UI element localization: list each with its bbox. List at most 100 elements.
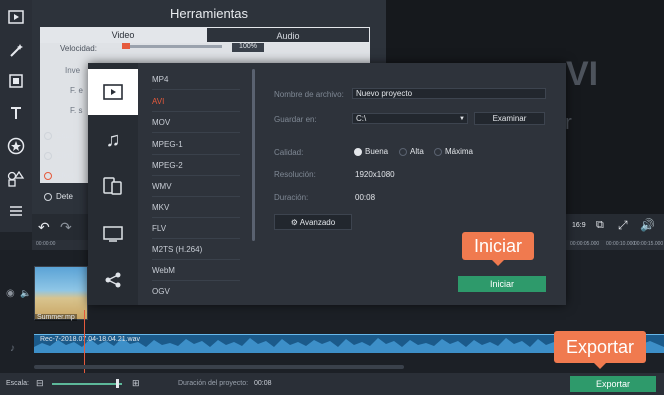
quality-option-label: Alta <box>410 147 424 156</box>
zoom-out-icon[interactable]: ⊟ <box>36 378 44 389</box>
option-equalizer[interactable]: Ecua <box>44 131 74 140</box>
format-wmv[interactable]: WMV <box>152 182 240 197</box>
save-to-label: Guardar en: <box>274 115 317 124</box>
tools-title: Herramientas <box>169 6 249 21</box>
magic-wand-icon[interactable] <box>3 37 29 63</box>
format-ogv[interactable]: OGV <box>152 287 240 301</box>
save-to-field[interactable]: C:\ ▼ <box>352 113 468 124</box>
audio-track-icon: ♪ <box>10 343 15 354</box>
speed-slider-handle[interactable] <box>122 43 130 49</box>
preview-watermark-top: VI <box>566 55 599 93</box>
format-list: MP4 AVI MOV MPEG-1 MPEG-2 WMV MKV FLV M2… <box>138 63 256 305</box>
radio-checked-icon <box>44 171 52 180</box>
speed-slider[interactable] <box>122 45 222 48</box>
video-clip-name: Summer.mp <box>35 314 77 321</box>
scale-slider-handle[interactable] <box>116 379 119 388</box>
format-m2ts[interactable]: M2TS (H.264) <box>152 245 240 260</box>
undo-icon[interactable]: ↶ <box>38 219 50 236</box>
ruler-tick: 00:00:10.000 <box>606 241 636 247</box>
volume-icon[interactable]: 🔊 <box>640 218 655 232</box>
format-webm[interactable]: WebM <box>152 266 240 281</box>
format-mp4[interactable]: MP4 <box>152 75 240 90</box>
option-effects[interactable]: Efect <box>44 171 74 180</box>
start-callout: Iniciar <box>462 232 534 266</box>
filename-label: Nombre de archivo: <box>274 90 344 99</box>
bottom-bar: Escala: ⊟ ⊞ Duración del proyecto: 00:08… <box>0 373 664 395</box>
quality-option-good[interactable]: Buena <box>354 147 388 156</box>
option-detect[interactable]: Dete <box>44 192 73 201</box>
radio-icon <box>434 147 442 156</box>
zoom-in-icon[interactable]: ⊞ <box>132 378 140 389</box>
format-category-sidebar: ♫ <box>88 63 138 305</box>
option-label: Dete <box>56 192 73 201</box>
music-note-icon: ♫ <box>105 128 121 151</box>
advanced-button[interactable]: ⚙ Avanzado <box>274 214 352 230</box>
advanced-button-label: Avanzado <box>299 218 336 227</box>
format-mpeg-1[interactable]: MPEG-1 <box>152 140 240 155</box>
option-label: Ecua <box>56 131 75 140</box>
quality-label: Calidad: <box>274 148 304 157</box>
format-list-scrollbar[interactable] <box>252 69 255 241</box>
video-file-icon <box>103 84 123 100</box>
filters-icon[interactable] <box>3 68 29 94</box>
scale-slider[interactable] <box>52 383 122 385</box>
speed-label: Velocidad: <box>60 44 97 53</box>
project-duration-label: Duración del proyecto: <box>178 380 249 387</box>
radio-icon <box>44 131 52 140</box>
format-flv[interactable]: FLV <box>152 224 240 239</box>
audio-clip-name: Rec-7-2018.07.04-18.04.21.wav <box>40 336 141 343</box>
mute-track-icon[interactable]: 🔈 <box>20 288 31 299</box>
radio-checked-icon <box>354 147 362 156</box>
speed-value[interactable]: 100% <box>232 43 264 52</box>
invert-label: Inve <box>65 66 81 75</box>
format-mov[interactable]: MOV <box>152 118 240 133</box>
export-button[interactable]: Exportar <box>570 376 656 392</box>
scale-label: Escala: <box>6 380 29 387</box>
start-button[interactable]: Iniciar <box>458 276 546 292</box>
tv-icon <box>103 226 123 242</box>
resolution-value: 1920x1080 <box>355 170 395 179</box>
left-toolbar <box>0 0 32 232</box>
save-to-value: C:\ <box>356 114 367 123</box>
aspect-ratio-button[interactable]: 16:9 <box>572 222 586 229</box>
audio-format-category[interactable]: ♫ <box>88 117 138 163</box>
fullscreen-icon[interactable]: ⤢ <box>618 218 628 233</box>
quality-option-label: Máxima <box>445 147 474 156</box>
radio-icon <box>399 147 407 156</box>
more-tools-icon[interactable] <box>3 198 29 224</box>
video-format-category[interactable] <box>88 69 138 115</box>
export-dialog: ♫ MP4 AVI MOV MPEG-1 MPEG-2 WMV MKV FLV … <box>88 63 566 305</box>
ruler-tick: 00:00:00 <box>36 241 56 247</box>
format-avi[interactable]: AVI <box>152 97 240 112</box>
option-label: Elimi <box>56 151 74 160</box>
option-remove-noise[interactable]: Elimi <box>44 151 73 160</box>
import-media-icon[interactable] <box>3 4 29 30</box>
share-format-category[interactable] <box>88 257 138 303</box>
transitions-icon[interactable] <box>3 166 29 192</box>
browse-button[interactable]: Examinar <box>474 112 545 125</box>
share-icon <box>105 272 121 288</box>
tab-video[interactable]: Video <box>40 27 206 43</box>
timeline-scrollbar[interactable] <box>34 365 404 369</box>
quality-option-label: Buena <box>365 147 389 156</box>
detach-player-icon[interactable]: ⧉ <box>596 219 604 232</box>
ruler-tick: 00:00:15.000 <box>634 241 664 247</box>
hide-track-icon[interactable]: ◉ <box>6 288 15 299</box>
dropdown-arrow-icon[interactable]: ▼ <box>459 114 465 124</box>
tab-audio[interactable]: Audio <box>206 27 370 43</box>
titles-icon[interactable] <box>3 100 29 126</box>
stickers-icon[interactable] <box>3 133 29 159</box>
quality-option-high[interactable]: Alta <box>399 147 424 156</box>
export-callout: Exportar <box>554 331 646 369</box>
device-format-category[interactable] <box>88 163 138 209</box>
quality-option-max[interactable]: Máxima <box>434 147 473 156</box>
format-mpeg-2[interactable]: MPEG-2 <box>152 161 240 176</box>
radio-icon <box>44 151 52 160</box>
redo-icon[interactable]: ↷ <box>60 219 72 236</box>
format-mkv[interactable]: MKV <box>152 203 240 218</box>
fade-out-label: F. s <box>70 106 83 115</box>
resolution-label: Resolución: <box>274 170 316 179</box>
video-clip[interactable]: Summer.mp <box>34 266 88 321</box>
tv-format-category[interactable] <box>88 211 138 257</box>
filename-input[interactable]: Nuevo proyecto <box>352 88 546 99</box>
